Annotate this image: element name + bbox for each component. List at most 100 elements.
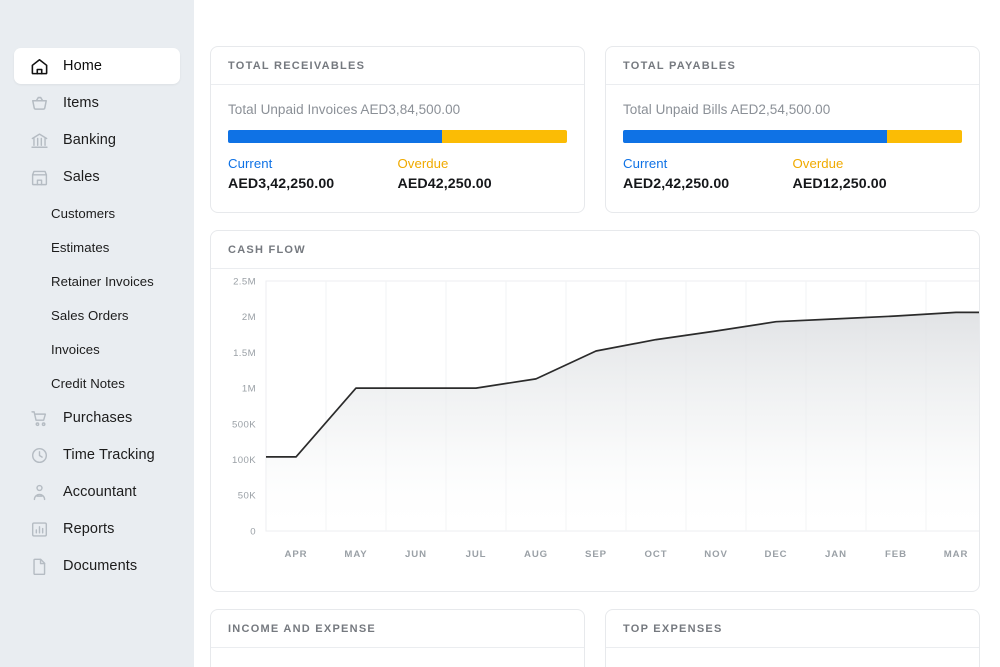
svg-text:OCT: OCT bbox=[645, 549, 668, 560]
payables-current-value: AED2,42,250.00 bbox=[623, 176, 730, 192]
legend-label-overdue: Overdue bbox=[792, 156, 844, 171]
home-icon bbox=[28, 55, 50, 77]
svg-text:JUL: JUL bbox=[466, 549, 487, 560]
dashboard-app: Home Items Banking Sales Customers Estim… bbox=[0, 0, 1000, 667]
svg-text:MAY: MAY bbox=[344, 549, 367, 560]
sidebar-item-credit-notes[interactable]: Credit Notes bbox=[14, 366, 180, 400]
sidebar-item-time-tracking[interactable]: Time Tracking bbox=[14, 437, 180, 473]
svg-text:50K: 50K bbox=[238, 491, 256, 502]
sidebar-item-label: Banking bbox=[63, 132, 117, 148]
svg-text:FEB: FEB bbox=[885, 549, 907, 560]
svg-text:MAR: MAR bbox=[944, 549, 969, 560]
card-header: CASH FLOW bbox=[211, 231, 979, 269]
person-icon bbox=[28, 481, 50, 503]
svg-text:0: 0 bbox=[250, 526, 256, 537]
payables-overdue-value: AED12,250.00 bbox=[792, 176, 887, 192]
card-body: Total Unpaid Invoices AED3,84,500.00 Cur… bbox=[211, 85, 584, 212]
cash-flow-card: CASH FLOW 0 50K 100K 500K 1M 1.5M 2M 2.5M APR MAY… bbox=[210, 230, 980, 592]
sidebar-item-label: Customers bbox=[51, 205, 116, 221]
sidebar-item-label: Home bbox=[63, 58, 103, 74]
page-title: INCOME AND EXPENSE bbox=[228, 622, 377, 635]
receivables-current-block: Current AED3,42,250.00 bbox=[228, 156, 398, 192]
sidebar-item-home[interactable]: Home bbox=[14, 48, 180, 84]
total-payables-card: TOTAL PAYABLES Total Unpaid Bills AED2,5… bbox=[605, 46, 980, 213]
svg-text:2M: 2M bbox=[242, 312, 256, 323]
sidebar-item-label: Reports bbox=[63, 521, 115, 537]
payables-current-segment bbox=[623, 130, 888, 143]
receivables-progress-bar bbox=[228, 130, 567, 143]
svg-text:JUN: JUN bbox=[405, 549, 427, 560]
legend-label-current: Current bbox=[623, 156, 668, 171]
sidebar-item-label: Items bbox=[63, 95, 99, 111]
payables-current-block: Current AED2,42,250.00 bbox=[623, 156, 793, 192]
svg-text:1.5M: 1.5M bbox=[233, 348, 256, 359]
unpaid-bills-summary: Total Unpaid Bills AED2,54,500.00 bbox=[623, 102, 831, 117]
sidebar-item-label: Time Tracking bbox=[63, 447, 155, 463]
cash-flow-svg: 0 50K 100K 500K 1M 1.5M 2M 2.5M APR MAY JUN JUL AUG S… bbox=[232, 276, 979, 560]
payables-progress-bar bbox=[623, 130, 962, 143]
total-receivables-card: TOTAL RECEIVABLES Total Unpaid Invoices … bbox=[210, 46, 585, 213]
svg-text:500K: 500K bbox=[232, 419, 256, 430]
card-body: 0 50K 100K 500K 1M 1.5M 2M 2.5M APR MAY JUN JUL AUG S… bbox=[211, 269, 979, 591]
sidebar-item-label: Purchases bbox=[63, 410, 133, 426]
legend-label-current: Current bbox=[228, 156, 273, 171]
sidebar-item-label: Sales bbox=[63, 169, 100, 185]
svg-text:AUG: AUG bbox=[524, 549, 548, 560]
card-header: TOTAL RECEIVABLES bbox=[211, 47, 584, 85]
sidebar-item-estimates[interactable]: Estimates bbox=[14, 230, 180, 264]
basket-icon bbox=[28, 92, 50, 114]
sidebar-item-label: Credit Notes bbox=[51, 375, 125, 391]
sidebar-item-banking[interactable]: Banking bbox=[14, 122, 180, 158]
bank-icon bbox=[28, 129, 50, 151]
bar-chart-icon bbox=[28, 518, 50, 540]
sidebar-item-label: Accountant bbox=[63, 484, 137, 500]
page-title: TOTAL RECEIVABLES bbox=[228, 59, 366, 72]
cart-icon bbox=[28, 407, 50, 429]
sidebar-item-documents[interactable]: Documents bbox=[14, 548, 180, 584]
svg-text:100K: 100K bbox=[232, 455, 256, 466]
svg-text:APR: APR bbox=[285, 549, 308, 560]
legend-label-overdue: Overdue bbox=[397, 156, 449, 171]
sidebar-item-sales[interactable]: Sales bbox=[14, 159, 180, 195]
payables-overdue-block: Overdue AED12,250.00 bbox=[793, 156, 963, 192]
receivables-current-segment bbox=[228, 130, 442, 143]
sidebar-item-label: Sales Orders bbox=[51, 307, 129, 323]
top-expenses-card: TOP EXPENSES bbox=[605, 609, 980, 667]
card-header: INCOME AND EXPENSE bbox=[211, 610, 584, 648]
sidebar-item-retainer-invoices[interactable]: Retainer Invoices bbox=[14, 264, 180, 298]
sidebar-item-label: Estimates bbox=[51, 239, 110, 255]
page-title: TOTAL PAYABLES bbox=[623, 59, 737, 72]
sidebar-item-reports[interactable]: Reports bbox=[14, 511, 180, 547]
sidebar-item-label: Invoices bbox=[51, 341, 100, 357]
document-icon bbox=[28, 555, 50, 577]
summary-cards-row: TOTAL RECEIVABLES Total Unpaid Invoices … bbox=[210, 46, 980, 213]
unpaid-invoices-summary: Total Unpaid Invoices AED3,84,500.00 bbox=[228, 102, 461, 117]
sidebar-item-sales-orders[interactable]: Sales Orders bbox=[14, 298, 180, 332]
svg-text:SEP: SEP bbox=[585, 549, 607, 560]
receivables-overdue-block: Overdue AED42,250.00 bbox=[398, 156, 568, 192]
sidebar-item-accountant[interactable]: Accountant bbox=[14, 474, 180, 510]
receivables-overdue-value: AED42,250.00 bbox=[397, 176, 492, 192]
sidebar: Home Items Banking Sales Customers Estim… bbox=[0, 0, 194, 667]
sidebar-item-items[interactable]: Items bbox=[14, 85, 180, 121]
sidebar-item-customers[interactable]: Customers bbox=[14, 196, 180, 230]
svg-text:2.5M: 2.5M bbox=[233, 276, 256, 287]
cash-flow-chart: 0 50K 100K 500K 1M 1.5M 2M 2.5M APR MAY JUN JUL AUG S… bbox=[211, 269, 979, 591]
clock-icon bbox=[28, 444, 50, 466]
sidebar-item-purchases[interactable]: Purchases bbox=[14, 400, 180, 436]
receivables-current-value: AED3,42,250.00 bbox=[228, 176, 335, 192]
card-body: Total Unpaid Bills AED2,54,500.00 Curren… bbox=[606, 85, 979, 212]
receivables-overdue-segment bbox=[441, 130, 567, 143]
svg-text:NOV: NOV bbox=[704, 549, 728, 560]
shop-icon bbox=[28, 166, 50, 188]
svg-text:JAN: JAN bbox=[825, 549, 847, 560]
income-and-expense-card: INCOME AND EXPENSE bbox=[210, 609, 585, 667]
svg-text:1M: 1M bbox=[242, 384, 256, 395]
page-title: TOP EXPENSES bbox=[623, 622, 723, 635]
card-header: TOP EXPENSES bbox=[606, 610, 979, 648]
receivables-legend: Current AED3,42,250.00 Overdue AED42,250… bbox=[228, 156, 567, 192]
sidebar-item-invoices[interactable]: Invoices bbox=[14, 332, 180, 366]
svg-text:DEC: DEC bbox=[765, 549, 788, 560]
payables-legend: Current AED2,42,250.00 Overdue AED12,250… bbox=[623, 156, 962, 192]
page-title: CASH FLOW bbox=[228, 243, 306, 256]
